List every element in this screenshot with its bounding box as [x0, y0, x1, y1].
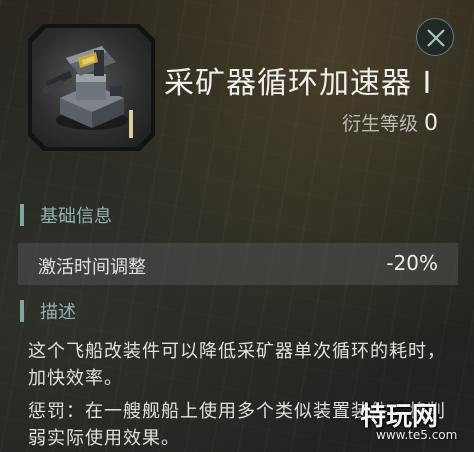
attribute-name: 激活时间调整: [38, 257, 146, 278]
mining-turret-module-icon: [32, 28, 151, 147]
meta-level-row: 衍生等级 0: [342, 109, 438, 136]
section-accent-bar: [20, 300, 24, 322]
close-icon: [427, 29, 445, 47]
section-description-label: 描述: [40, 302, 76, 323]
close-button[interactable]: [416, 18, 454, 56]
meta-level-label: 衍生等级: [342, 113, 419, 135]
description-paragraph: 这个飞船改装件可以降低采矿器单次循环的耗时，加快效率。: [28, 341, 446, 389]
site-watermark: 特玩网 www.te5.com: [354, 396, 466, 444]
meta-level-indicator: [129, 110, 133, 138]
attribute-row: 激活时间调整 -20%: [18, 243, 458, 285]
section-basic-info-label: 基础信息: [40, 206, 112, 227]
section-accent-bar: [20, 204, 24, 226]
attribute-value: -20%: [386, 251, 438, 275]
watermark-url: www.te5.com: [376, 428, 458, 442]
item-title: 采矿器循环加速器 I: [164, 66, 433, 101]
meta-level-value: 0: [424, 111, 439, 136]
item-icon-frame: [28, 24, 155, 151]
